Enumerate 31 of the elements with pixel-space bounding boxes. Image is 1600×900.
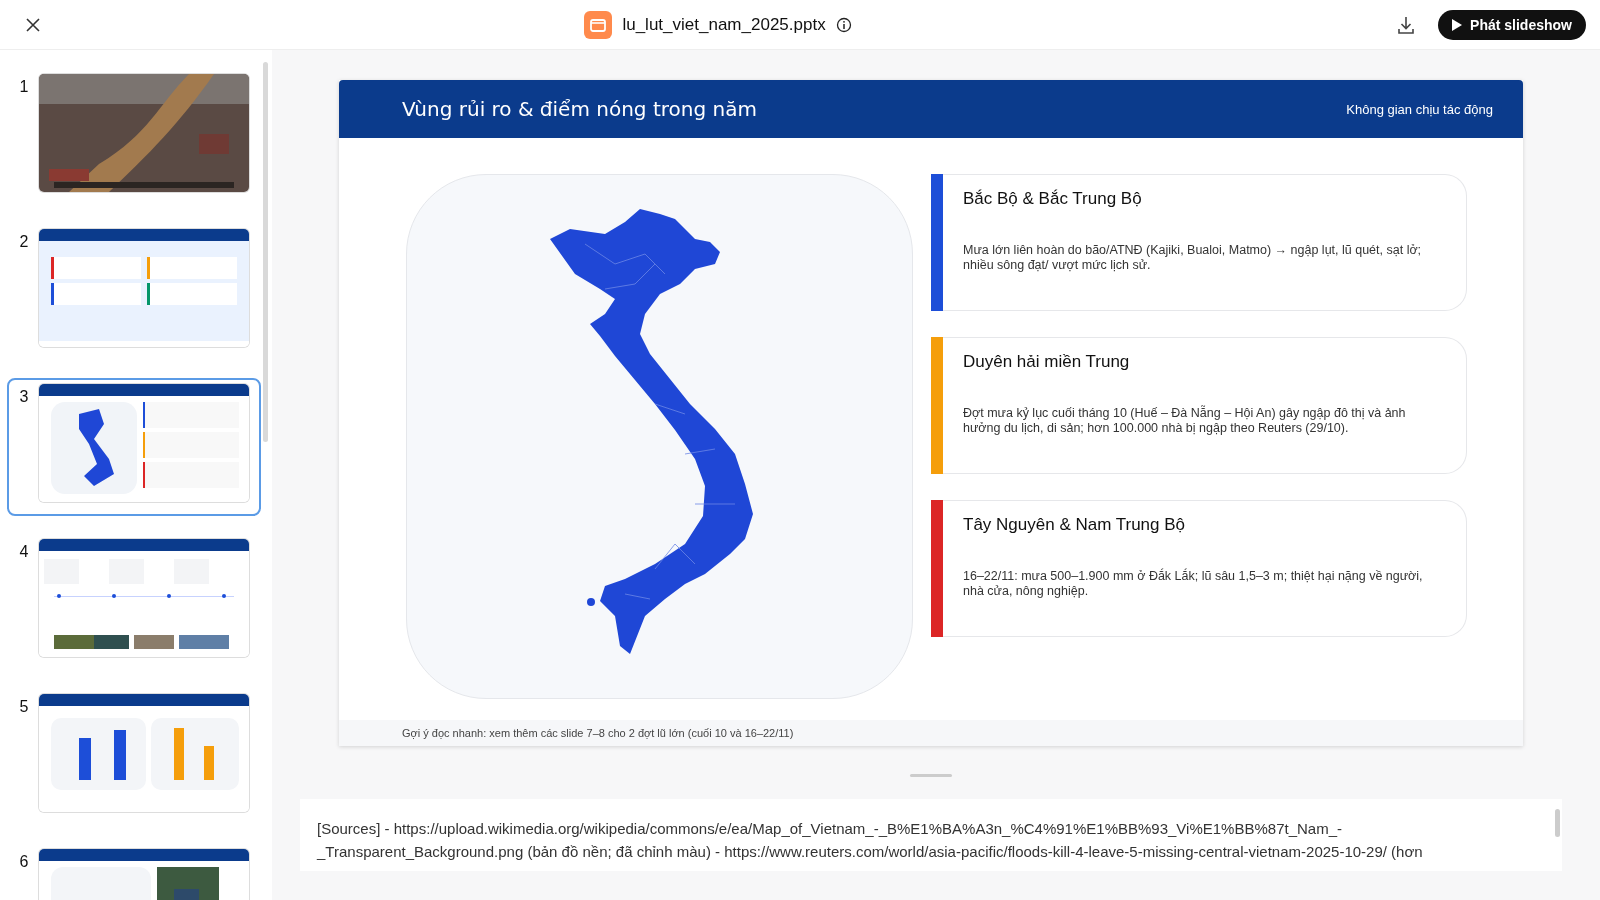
slide-number: 2 bbox=[18, 232, 30, 251]
region-description: Mưa lớn liên hoàn do bão/ATNĐ (Kajiki, Bualoi, Matmo) → ngập lụt, lũ quét, sạt lở; nhiều sông đạt/ vượt mức lịch sử. bbox=[963, 243, 1423, 273]
resize-handle[interactable] bbox=[910, 774, 952, 777]
slide-subtitle: Không gian chịu tác động bbox=[1346, 101, 1493, 117]
slide-title: Vùng rủi ro & điểm nóng trong năm bbox=[402, 97, 757, 121]
slide-thumbnail[interactable]: 2 bbox=[7, 223, 261, 361]
notes-text[interactable]: [Sources] - https://upload.wikimedia.org/wikipedia/commons/e/ea/Map_of_Vietnam_-_B%E1%BA%A3n_%C4%91%E1%BB%93_Vi%E1%BB%87t_Nam_-_Transparent_Background.png (bản đồ nền; đã chỉnh màu) - https://www.reuters.com/world/asia-pacific/floods-kill-4-leave-5-missing-central-vietnam-2025-10-29/ (hơn bbox=[317, 817, 1526, 863]
play-slideshow-button[interactable]: Phát slideshow bbox=[1438, 9, 1586, 40]
region-description: Đợt mưa kỷ lục cuối tháng 10 (Huế – Đà Nẵng – Hội An) gây ngập đô thị và ảnh hưởng du lịch, di sản; hơn 100.000 nhà bị ngập theo Reuters (29/10). bbox=[963, 406, 1407, 436]
play-icon bbox=[1452, 18, 1463, 31]
slide-number: 6 bbox=[18, 852, 30, 871]
slide-thumbnail[interactable]: 1 bbox=[7, 68, 261, 206]
file-icon bbox=[584, 10, 613, 39]
scrollbar[interactable] bbox=[1555, 809, 1560, 837]
slide-thumbnail[interactable]: 3 bbox=[7, 378, 261, 516]
file-name: lu_lut_viet_nam_2025.pptx bbox=[622, 14, 826, 35]
slide-number: 3 bbox=[18, 387, 30, 406]
region-title: Duyên hải miền Trung bbox=[963, 352, 1131, 372]
region-title: Bắc Bộ & Bắc Trung Bộ bbox=[963, 189, 1143, 209]
slide-thumbnail[interactable]: 4 bbox=[7, 533, 261, 671]
slide-footer: Gợi ý đọc nhanh: xem thêm các slide 7–8 cho 2 đợt lũ lớn (cuối 10 và 16–22/11) bbox=[339, 720, 1523, 746]
slide-thumbnail[interactable]: 5 bbox=[7, 688, 261, 826]
region-description: 16–22/11: mưa 500–1.900 mm ở Đắk Lắk; lũ sâu 1,5–3 m; thiệt hại nặng về người, nhà cửa, nông nghiệp. bbox=[963, 569, 1424, 599]
slide-number: 4 bbox=[18, 542, 30, 561]
slide-number: 5 bbox=[18, 697, 30, 716]
info-icon[interactable] bbox=[835, 16, 852, 33]
slide-thumbnail[interactable]: 6 bbox=[7, 843, 261, 900]
slide-number: 1 bbox=[18, 77, 30, 96]
download-icon bbox=[1396, 14, 1417, 35]
region-title: Tây Nguyên & Nam Trung Bộ bbox=[963, 515, 1187, 535]
scrollbar[interactable] bbox=[263, 62, 268, 442]
